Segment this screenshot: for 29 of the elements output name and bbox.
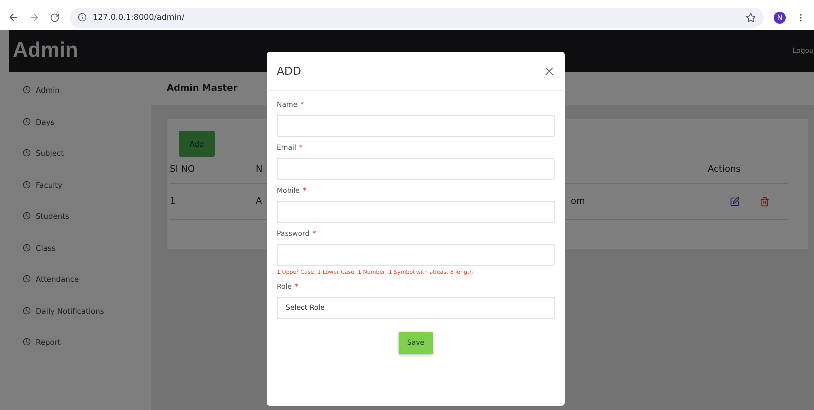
input-field[interactable] bbox=[277, 201, 555, 223]
info-icon[interactable] bbox=[78, 13, 87, 22]
reload-icon[interactable] bbox=[50, 12, 60, 22]
page-title: Admin Master bbox=[167, 84, 238, 94]
bookmark-star-icon[interactable] bbox=[746, 12, 756, 22]
clock-icon bbox=[23, 86, 31, 94]
input-field[interactable] bbox=[277, 115, 555, 137]
clock-icon bbox=[23, 149, 31, 157]
clock-icon bbox=[23, 275, 31, 283]
clock-icon bbox=[23, 212, 31, 220]
input-field[interactable] bbox=[277, 158, 555, 180]
clock-icon bbox=[23, 306, 31, 314]
forward-icon[interactable] bbox=[29, 12, 40, 23]
table-cell: om bbox=[571, 184, 708, 220]
column-header: Actions bbox=[708, 157, 788, 184]
brand-title: Admin bbox=[12, 39, 78, 63]
back-icon[interactable] bbox=[8, 12, 19, 23]
clock-icon bbox=[23, 338, 31, 346]
clock-icon bbox=[23, 180, 31, 188]
column-header: SI NO bbox=[170, 157, 256, 184]
dialog-title: ADD bbox=[277, 64, 302, 78]
delete-icon[interactable] bbox=[760, 196, 770, 206]
url-text: 127.0.0.1:8000/admin/ bbox=[93, 13, 186, 22]
table-cell: 1 bbox=[170, 184, 256, 220]
input-field[interactable] bbox=[277, 244, 555, 266]
address-bar[interactable]: 127.0.0.1:8000/admin/ bbox=[70, 8, 764, 28]
clock-icon bbox=[23, 244, 31, 252]
clock-icon bbox=[23, 118, 31, 126]
edit-icon[interactable] bbox=[730, 196, 740, 206]
